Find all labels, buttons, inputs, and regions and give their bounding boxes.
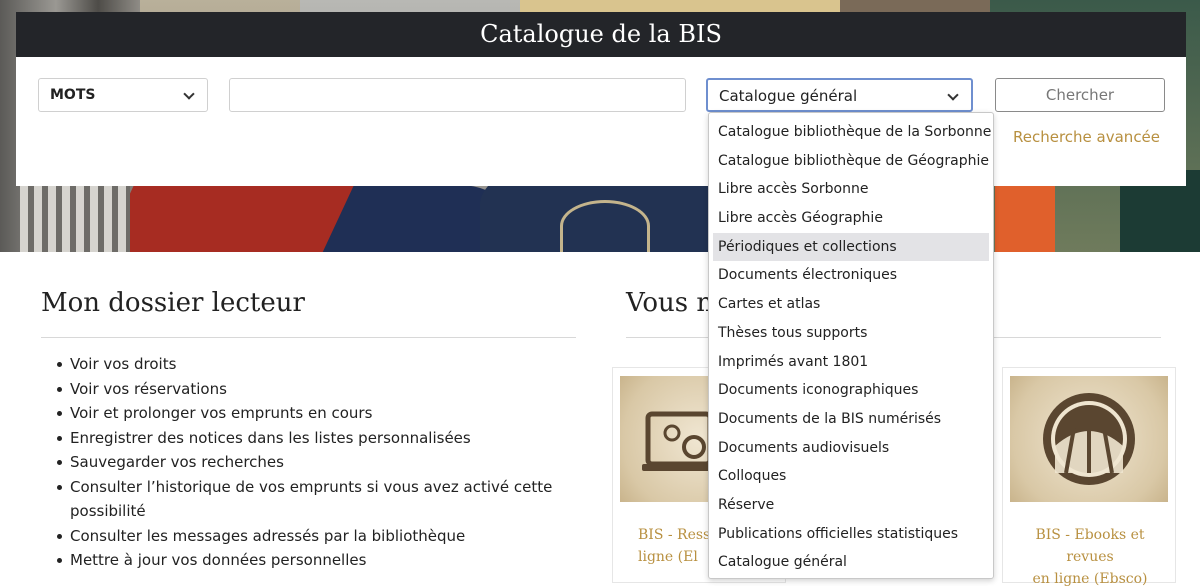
list-item: Voir vos droits: [55, 352, 555, 377]
catalog-option[interactable]: Libre accès Sorbonne: [709, 175, 993, 204]
catalog-option[interactable]: Documents iconographiques: [709, 376, 993, 405]
catalog-title: Catalogue de la BIS: [16, 12, 1186, 57]
list-item: Voir et prolonger vos emprunts en cours: [55, 401, 555, 426]
list-item: Sauvegarder vos recherches: [55, 450, 555, 475]
catalog-option[interactable]: Thèses tous supports: [709, 319, 993, 348]
ebsco-logo-icon: [1043, 393, 1135, 485]
search-input[interactable]: [229, 78, 686, 112]
list-item: Enregistrer des notices dans les listes …: [55, 426, 555, 451]
catalog-option[interactable]: Documents audiovisuels: [709, 434, 993, 463]
catalog-option[interactable]: Imprimés avant 1801: [709, 348, 993, 377]
list-item: Mettre à jour vos données personnelles: [55, 548, 555, 573]
list-item: Consulter les messages adressés par la b…: [55, 524, 555, 549]
advanced-search-link[interactable]: Recherche avancée: [1013, 128, 1160, 146]
search-type-value: MOTS: [50, 87, 96, 103]
catalog-option[interactable]: Publications officielles statistiques: [709, 520, 993, 549]
catalog-option[interactable]: Cartes et atlas: [709, 290, 993, 319]
search-type-select[interactable]: MOTS: [38, 78, 208, 112]
catalog-select-value: Catalogue général: [719, 87, 858, 105]
catalog-option[interactable]: Colloques: [709, 462, 993, 491]
list-item: Voir vos réservations: [55, 377, 555, 402]
catalog-option[interactable]: Catalogue bibliothèque de la Sorbonne: [709, 118, 993, 147]
card-image: [1010, 376, 1168, 502]
card-title: BIS - Ebooks et revues en ligne (Ebsco): [1032, 527, 1148, 586]
divider: [41, 337, 576, 338]
resource-card[interactable]: BIS - Ebooks et revues en ligne (Ebsco): [1002, 367, 1176, 586]
catalog-option-highlighted[interactable]: Périodiques et collections: [713, 232, 989, 262]
catalog-select[interactable]: Catalogue général: [706, 78, 973, 112]
dossier-list: Voir vos droits Voir vos réservations Vo…: [55, 352, 555, 573]
catalog-option[interactable]: Documents de la BIS numérisés: [709, 405, 993, 434]
catalog-option[interactable]: Catalogue bibliothèque de Géographie: [709, 147, 993, 176]
search-panel: Catalogue de la BIS MOTS Catalogue génér…: [16, 12, 1186, 186]
catalog-dropdown-list: Catalogue bibliothèque de la Sorbonne Ca…: [708, 112, 994, 579]
catalog-option[interactable]: Catalogue général: [709, 548, 993, 577]
list-item: Consulter l’historique de vos emprunts s…: [55, 475, 555, 524]
catalog-option[interactable]: Libre accès Géographie: [709, 204, 993, 233]
catalog-option[interactable]: Documents électroniques: [709, 261, 993, 290]
search-button[interactable]: Chercher: [995, 78, 1165, 112]
resources-heading: Vous n: [626, 288, 714, 318]
chevron-down-icon: [183, 88, 195, 100]
catalog-option[interactable]: Réserve: [709, 491, 993, 520]
dossier-heading: Mon dossier lecteur: [41, 288, 305, 318]
chevron-down-icon: [947, 89, 959, 101]
